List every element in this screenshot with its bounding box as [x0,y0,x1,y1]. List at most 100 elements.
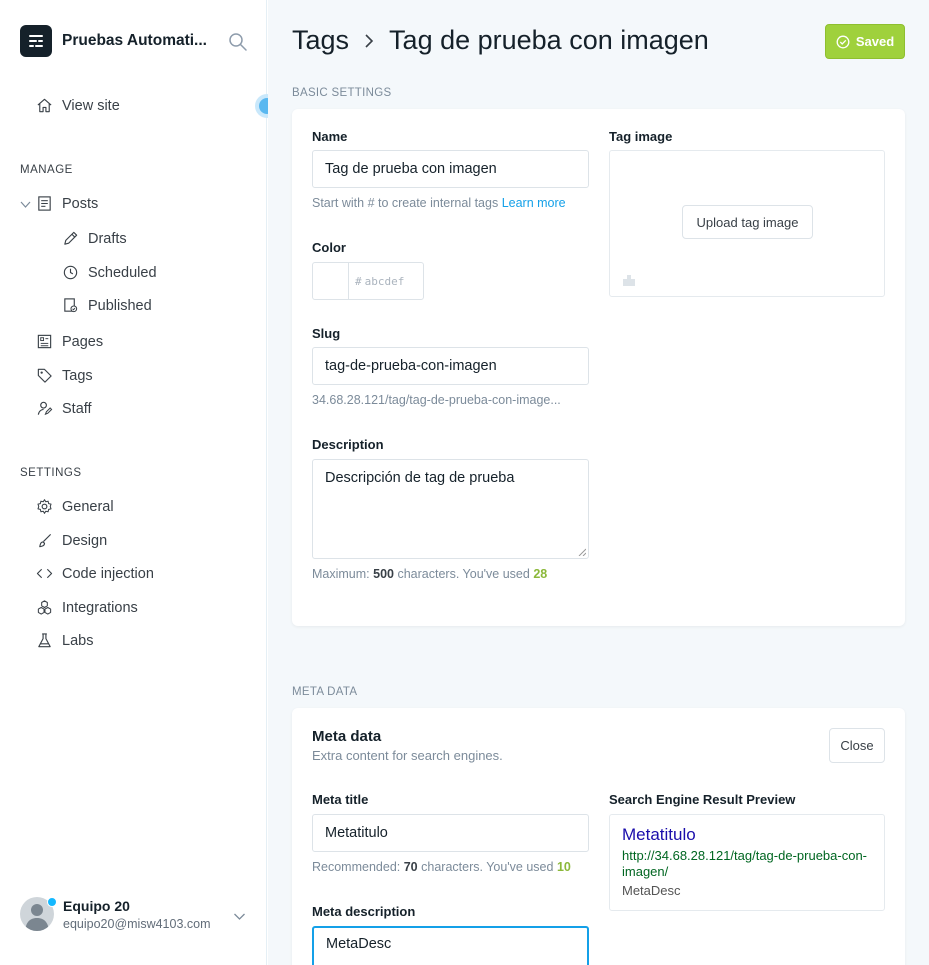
image-icon [623,275,635,286]
color-label: Color [312,240,346,255]
serp-label: Search Engine Result Preview [609,792,796,807]
description-textarea[interactable]: Descripción de tag de prueba [312,459,589,559]
meta-data-card: Meta data Extra content for search engin… [292,708,905,965]
serp-description: MetaDesc [622,883,681,898]
clock-icon [63,265,78,280]
nav-labs[interactable]: Labs [36,632,93,649]
chevron-down-icon[interactable] [20,199,31,210]
nav-pages[interactable]: Pages [36,333,103,350]
nav-labs-label: Labs [62,632,94,649]
nav-design[interactable]: Design [36,532,107,549]
tag-image-dropzone[interactable]: Upload tag image [609,150,885,297]
serp-url: http://34.68.28.121/tag/tag-de-prueba-co… [622,848,868,879]
meta-description-label: Meta description [312,904,416,919]
meta-description-input[interactable]: MetaDesc [312,926,589,965]
main-content: Tags Tag de prueba con imagen Saved BASI… [268,0,929,965]
desc-help-prefix: Maximum: [312,567,370,581]
serp-preview: Metatitulo http://34.68.28.121/tag/tag-d… [609,814,885,911]
basic-settings-card: Name Tag de prueba con imagen Start with… [292,109,905,626]
user-email: equipo20@misw4103.com [63,916,211,931]
nav-posts[interactable]: Posts [36,195,98,212]
slug-label: Slug [312,326,341,341]
hash-symbol: # [355,274,362,288]
published-icon [64,298,78,313]
basic-settings-heading: BASIC SETTINGS [292,87,392,99]
nav-staff-label: Staff [62,400,92,417]
description-value: Descripción de tag de prueba [325,470,515,486]
staff-icon [37,401,53,416]
nav-drafts[interactable]: Drafts [62,230,127,247]
nav-design-label: Design [62,532,108,549]
pencil-icon [64,231,78,245]
nav-general-label: General [62,498,114,515]
tag-icon [37,368,52,383]
meta-card-subtitle: Extra content for search engines. [312,748,503,763]
meta-card-title: Meta data [312,728,382,745]
brand[interactable]: Pruebas Automati... [20,25,212,57]
code-icon [36,568,53,579]
nav-published[interactable]: Published [62,297,152,314]
meta-data-heading: META DATA [292,686,358,698]
nav-scheduled-label: Scheduled [88,264,157,281]
user-name: Equipo 20 [63,897,130,914]
color-input[interactable]: # abcdef [312,262,424,300]
flask-icon [38,633,51,648]
nav-general[interactable]: General [36,498,114,515]
manage-heading: MANAGE [20,164,73,176]
meta-title-input[interactable]: Metatitulo [312,814,589,852]
nav-staff[interactable]: Staff [36,400,92,417]
description-help: Maximum: 500 characters. You've used 28 [312,567,547,581]
name-input[interactable]: Tag de prueba con imagen [312,150,589,188]
nav-posts-label: Posts [62,195,99,212]
pages-icon [37,334,52,349]
tag-title: Tag de prueba con imagen [389,25,709,55]
brand-logo-icon [20,25,52,57]
check-circle-icon [836,35,850,48]
status-badge [47,897,57,907]
chevron-down-icon[interactable] [233,910,246,923]
close-button[interactable]: Close [829,728,885,763]
nav-view-site[interactable]: View site [36,97,120,114]
nav-scheduled[interactable]: Scheduled [62,264,157,281]
name-help: Start with # to create internal tags Lea… [312,196,566,210]
brush-icon [39,533,52,548]
slug-input[interactable]: tag-de-prueba-con-imagen [312,347,589,385]
gear-icon [37,499,52,514]
description-label: Description [312,437,384,452]
nav-integrations[interactable]: Integrations [36,599,138,616]
upload-tag-image-button[interactable]: Upload tag image [682,205,813,239]
slug-url: 34.68.28.121/tag/tag-de-prueba-con-image… [312,393,561,407]
settings-heading: SETTINGS [20,467,82,479]
posts-icon [38,196,51,211]
meta-title-help-prefix: Recommended: [312,860,401,874]
saved-button-label: Saved [855,34,895,49]
site-name: Pruebas Automati... [62,32,207,49]
serp-title: Metatitulo [622,825,696,844]
desc-max: 500 [373,567,394,581]
nav-published-label: Published [88,297,152,314]
nav-code-injection[interactable]: Code injection [36,565,154,582]
sidebar: Pruebas Automati... View site MANAGE Pos… [0,0,279,965]
page-title: Tags Tag de prueba con imagen [292,25,709,56]
search-icon[interactable] [228,32,248,52]
breadcrumb-tags[interactable]: Tags [292,25,349,56]
color-placeholder: abcdef [364,274,405,288]
nav-drafts-label: Drafts [88,230,127,247]
nav-tags[interactable]: Tags [36,367,93,384]
meta-title-used: 10 [556,860,571,874]
name-help-text: Start with # to create internal tags [312,196,499,210]
color-hex-field[interactable]: # abcdef [349,263,404,299]
resize-handle-icon[interactable] [578,548,586,556]
color-swatch[interactable] [313,263,349,299]
nav-pages-label: Pages [62,333,104,350]
home-icon [37,98,52,113]
meta-title-help: Recommended: 70 characters. You've used … [312,860,571,874]
learn-more-link[interactable]: Learn more [502,196,566,210]
name-label: Name [312,129,348,144]
meta-title-help-mid: characters. You've used [421,860,554,874]
chevron-right-icon [365,33,374,48]
saved-button[interactable]: Saved [825,24,905,59]
desc-used: 28 [533,567,548,581]
desc-help-mid: characters. You've used [397,567,530,581]
meta-title-label: Meta title [312,792,369,807]
